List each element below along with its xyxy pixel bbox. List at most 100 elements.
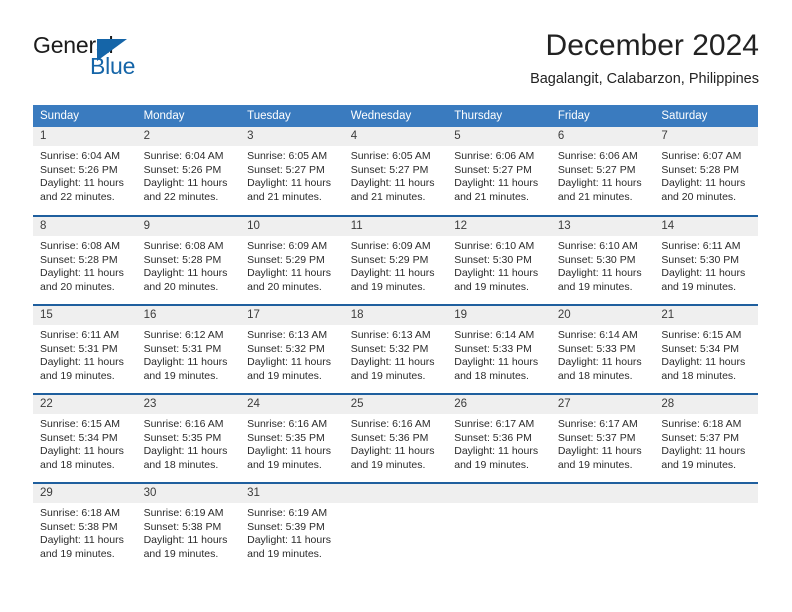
calendar-week-row: 15 Sunrise: 6:11 AM Sunset: 5:31 PM Dayl… xyxy=(33,304,758,394)
calendar-week-row: 1 Sunrise: 6:04 AM Sunset: 5:26 PM Dayli… xyxy=(33,127,758,216)
day-cell[interactable]: 29 Sunrise: 6:18 AM Sunset: 5:38 PM Dayl… xyxy=(33,482,137,572)
day-number: 2 xyxy=(136,127,241,146)
sunrise-text: Sunrise: 6:14 AM xyxy=(454,329,535,341)
daylight-text-line2: and 19 minutes. xyxy=(557,458,633,471)
weekday-header-saturday: Saturday xyxy=(654,105,758,127)
day-details: Sunrise: 6:04 AM Sunset: 5:26 PM Dayligh… xyxy=(137,146,241,204)
day-cell-empty xyxy=(654,482,758,572)
day-cell[interactable]: 23 Sunrise: 6:16 AM Sunset: 5:35 PM Dayl… xyxy=(136,393,241,483)
daylight-text-line1: Daylight: 11 hours xyxy=(143,356,228,369)
sunrise-text: Sunrise: 6:18 AM xyxy=(661,418,742,430)
day-cell[interactable]: 22 Sunrise: 6:15 AM Sunset: 5:34 PM Dayl… xyxy=(33,393,137,483)
daylight-text-line2: and 21 minutes. xyxy=(557,190,633,203)
day-number: 7 xyxy=(654,127,758,146)
day-details: Sunrise: 6:09 AM Sunset: 5:29 PM Dayligh… xyxy=(240,236,344,294)
daylight-text-line1: Daylight: 11 hours xyxy=(143,177,228,190)
day-details: Sunrise: 6:16 AM Sunset: 5:35 PM Dayligh… xyxy=(240,414,344,472)
day-number: 3 xyxy=(240,127,344,146)
day-cell-empty xyxy=(447,482,551,572)
daylight-text-line2: and 19 minutes. xyxy=(40,547,115,560)
day-number: 19 xyxy=(447,306,551,325)
day-details: Sunrise: 6:15 AM Sunset: 5:34 PM Dayligh… xyxy=(33,414,137,472)
day-cell[interactable]: 25 Sunrise: 6:16 AM Sunset: 5:36 PM Dayl… xyxy=(343,393,448,483)
daylight-text-line2: and 19 minutes. xyxy=(143,547,219,560)
day-cell[interactable]: 4 Sunrise: 6:05 AM Sunset: 5:27 PM Dayli… xyxy=(343,127,448,216)
day-number: 17 xyxy=(240,306,344,325)
sunset-text: Sunset: 5:29 PM xyxy=(350,253,429,266)
daylight-text-line1: Daylight: 11 hours xyxy=(40,445,124,458)
weekday-header-monday: Monday xyxy=(136,105,241,127)
day-cell[interactable]: 24 Sunrise: 6:16 AM Sunset: 5:35 PM Dayl… xyxy=(240,393,344,483)
sunrise-text: Sunrise: 6:04 AM xyxy=(143,150,224,162)
day-cell[interactable]: 31 Sunrise: 6:19 AM Sunset: 5:39 PM Dayl… xyxy=(240,482,344,572)
day-details: Sunrise: 6:13 AM Sunset: 5:32 PM Dayligh… xyxy=(344,325,448,383)
day-cell[interactable]: 13 Sunrise: 6:10 AM Sunset: 5:30 PM Dayl… xyxy=(550,215,655,305)
day-cell[interactable]: 7 Sunrise: 6:07 AM Sunset: 5:28 PM Dayli… xyxy=(654,127,758,216)
day-number xyxy=(343,484,448,503)
weekday-header-sunday: Sunday xyxy=(33,105,137,127)
sunrise-text: Sunrise: 6:17 AM xyxy=(557,418,638,430)
daylight-text-line1: Daylight: 11 hours xyxy=(350,267,435,280)
day-cell[interactable]: 10 Sunrise: 6:09 AM Sunset: 5:29 PM Dayl… xyxy=(240,215,344,305)
day-cell[interactable]: 8 Sunrise: 6:08 AM Sunset: 5:28 PM Dayli… xyxy=(33,215,137,305)
day-cell[interactable]: 9 Sunrise: 6:08 AM Sunset: 5:28 PM Dayli… xyxy=(136,215,241,305)
day-cell[interactable]: 14 Sunrise: 6:11 AM Sunset: 5:30 PM Dayl… xyxy=(654,215,758,305)
day-number: 27 xyxy=(550,395,655,414)
sunrise-text: Sunrise: 6:07 AM xyxy=(661,150,742,162)
day-details: Sunrise: 6:19 AM Sunset: 5:38 PM Dayligh… xyxy=(137,503,241,561)
day-details: Sunrise: 6:13 AM Sunset: 5:32 PM Dayligh… xyxy=(240,325,344,383)
day-cell[interactable]: 5 Sunrise: 6:06 AM Sunset: 5:27 PM Dayli… xyxy=(447,127,551,216)
day-cell[interactable]: 27 Sunrise: 6:17 AM Sunset: 5:37 PM Dayl… xyxy=(550,393,655,483)
day-details: Sunrise: 6:16 AM Sunset: 5:35 PM Dayligh… xyxy=(137,414,241,472)
sunrise-text: Sunrise: 6:10 AM xyxy=(454,240,535,252)
day-details: Sunrise: 6:11 AM Sunset: 5:31 PM Dayligh… xyxy=(33,325,137,383)
sunrise-text: Sunrise: 6:14 AM xyxy=(557,329,638,341)
day-number: 31 xyxy=(240,484,344,503)
day-cell[interactable]: 2 Sunrise: 6:04 AM Sunset: 5:26 PM Dayli… xyxy=(136,127,241,216)
day-cell[interactable]: 3 Sunrise: 6:05 AM Sunset: 5:27 PM Dayli… xyxy=(240,127,344,216)
sunrise-text: Sunrise: 6:19 AM xyxy=(247,507,328,519)
day-cell[interactable]: 19 Sunrise: 6:14 AM Sunset: 5:33 PM Dayl… xyxy=(447,304,551,394)
day-cell[interactable]: 26 Sunrise: 6:17 AM Sunset: 5:36 PM Dayl… xyxy=(447,393,551,483)
day-cell[interactable]: 18 Sunrise: 6:13 AM Sunset: 5:32 PM Dayl… xyxy=(343,304,448,394)
day-number: 10 xyxy=(240,217,344,236)
day-cell[interactable]: 15 Sunrise: 6:11 AM Sunset: 5:31 PM Dayl… xyxy=(33,304,137,394)
day-number: 13 xyxy=(550,217,655,236)
daylight-text-line1: Daylight: 11 hours xyxy=(247,177,331,190)
day-number: 29 xyxy=(33,484,137,503)
day-cell-empty xyxy=(343,482,448,572)
logo-text-blue: Blue xyxy=(90,53,136,79)
day-cell[interactable]: 30 Sunrise: 6:19 AM Sunset: 5:38 PM Dayl… xyxy=(136,482,241,572)
day-details: Sunrise: 6:07 AM Sunset: 5:28 PM Dayligh… xyxy=(654,146,758,204)
day-details: Sunrise: 6:18 AM Sunset: 5:38 PM Dayligh… xyxy=(33,503,137,561)
day-cell[interactable]: 16 Sunrise: 6:12 AM Sunset: 5:31 PM Dayl… xyxy=(136,304,241,394)
day-number: 20 xyxy=(550,306,655,325)
day-cell[interactable]: 6 Sunrise: 6:06 AM Sunset: 5:27 PM Dayli… xyxy=(550,127,655,216)
daylight-text-line2: and 21 minutes. xyxy=(454,190,529,203)
sunset-text: Sunset: 5:30 PM xyxy=(557,253,636,266)
daylight-text-line1: Daylight: 11 hours xyxy=(40,267,124,280)
sunset-text: Sunset: 5:34 PM xyxy=(40,431,118,444)
day-details: Sunrise: 6:10 AM Sunset: 5:30 PM Dayligh… xyxy=(447,236,551,294)
sunset-text: Sunset: 5:37 PM xyxy=(661,431,740,444)
daylight-text-line2: and 18 minutes. xyxy=(557,369,633,382)
daylight-text-line1: Daylight: 11 hours xyxy=(40,177,124,190)
day-cell[interactable]: 12 Sunrise: 6:10 AM Sunset: 5:30 PM Dayl… xyxy=(447,215,551,305)
day-cell[interactable]: 21 Sunrise: 6:15 AM Sunset: 5:34 PM Dayl… xyxy=(654,304,758,394)
day-cell[interactable]: 28 Sunrise: 6:18 AM Sunset: 5:37 PM Dayl… xyxy=(654,393,758,483)
sunrise-text: Sunrise: 6:17 AM xyxy=(454,418,535,430)
sunset-text: Sunset: 5:26 PM xyxy=(40,163,118,176)
day-cell[interactable]: 17 Sunrise: 6:13 AM Sunset: 5:32 PM Dayl… xyxy=(240,304,344,394)
daylight-text-line2: and 19 minutes. xyxy=(661,280,737,293)
sunrise-text: Sunrise: 6:18 AM xyxy=(40,507,120,519)
day-cell[interactable]: 20 Sunrise: 6:14 AM Sunset: 5:33 PM Dayl… xyxy=(550,304,655,394)
day-cell[interactable]: 11 Sunrise: 6:09 AM Sunset: 5:29 PM Dayl… xyxy=(343,215,448,305)
day-details: Sunrise: 6:16 AM Sunset: 5:36 PM Dayligh… xyxy=(344,414,448,472)
daylight-text-line2: and 21 minutes. xyxy=(247,190,322,203)
day-number: 4 xyxy=(343,127,448,146)
day-number: 24 xyxy=(240,395,344,414)
day-cell[interactable]: 1 Sunrise: 6:04 AM Sunset: 5:26 PM Dayli… xyxy=(33,127,137,216)
day-details: Sunrise: 6:17 AM Sunset: 5:37 PM Dayligh… xyxy=(551,414,655,472)
daylight-text-line1: Daylight: 11 hours xyxy=(247,445,331,458)
day-number: 28 xyxy=(654,395,758,414)
